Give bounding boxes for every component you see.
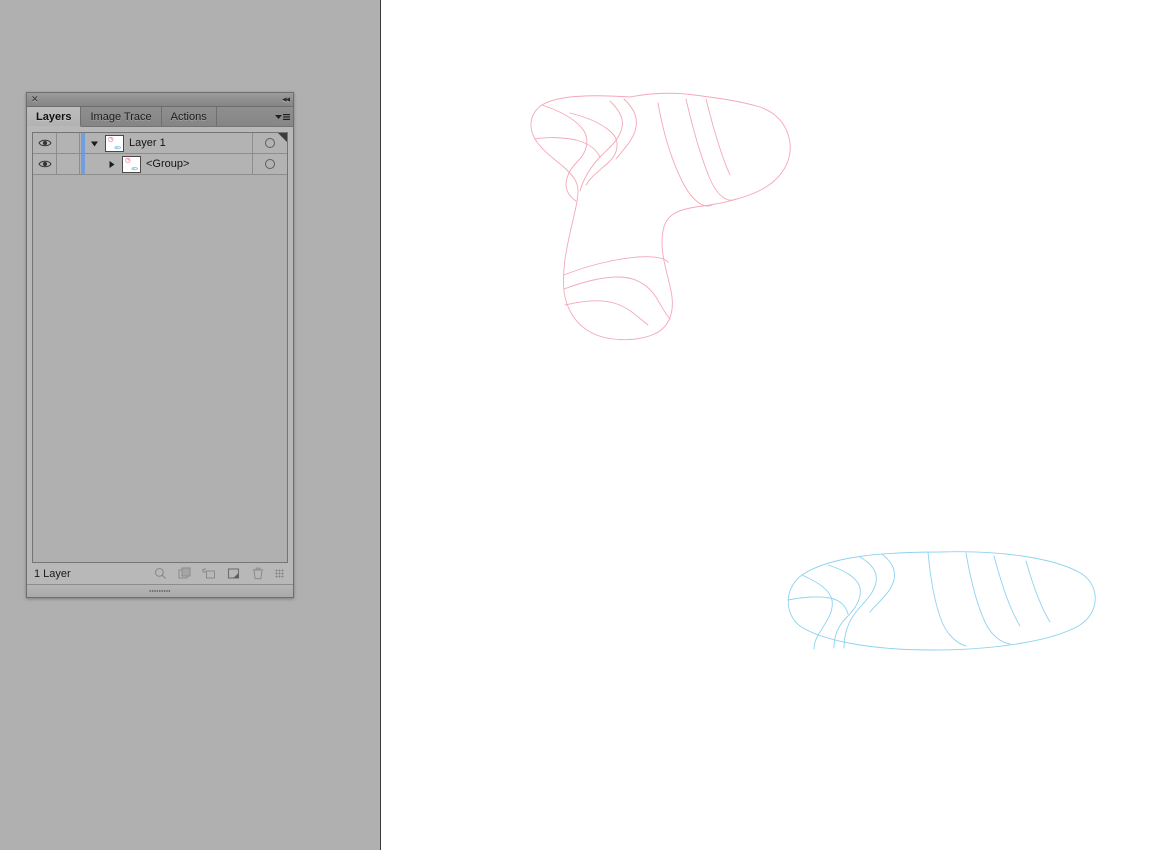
clipping-mask-icon[interactable] — [178, 567, 191, 580]
tab-image-trace[interactable]: Image Trace — [81, 107, 162, 126]
collapse-to-icons-icon[interactable]: ◂◂ — [282, 95, 290, 104]
group-main-cell[interactable]: <Group> — [86, 154, 252, 174]
artboard-canvas[interactable] — [382, 0, 1164, 850]
tab-layers[interactable]: Layers — [27, 107, 82, 127]
chevron-down-icon — [91, 141, 98, 146]
eye-icon — [37, 139, 52, 147]
table-row[interactable]: Layer 1 — [33, 133, 287, 154]
resize-dots-icon — [149, 589, 171, 593]
new-sublayer-icon[interactable] — [202, 567, 216, 580]
layer-list[interactable]: Layer 1 <Group> — [32, 132, 288, 563]
tab-actions-label: Actions — [170, 110, 207, 123]
illustrator-workspace: ✕ ◂◂ Layers Image Trace Actions Layer 1 … — [0, 0, 1164, 850]
tab-actions[interactable]: Actions — [161, 107, 217, 126]
group-thumbnail — [122, 155, 141, 173]
group-target-indicator[interactable] — [252, 154, 287, 174]
tab-layers-label: Layers — [36, 110, 72, 123]
target-circle-icon — [265, 159, 275, 169]
layer-disclosure-triangle[interactable] — [89, 139, 100, 148]
panel-footer: 1 Layer — [32, 563, 288, 584]
layer-thumbnail-art — [108, 136, 121, 149]
layer-main-cell[interactable]: Layer 1 — [86, 133, 252, 153]
group-visibility-toggle[interactable] — [33, 154, 57, 174]
group-thumbnail-art — [125, 157, 138, 170]
layer-thumbnail — [105, 134, 124, 152]
target-circle-icon — [265, 138, 275, 148]
tab-image-trace-label: Image Trace — [90, 110, 152, 123]
delete-layer-icon[interactable] — [252, 567, 264, 580]
panel-menu-glyph — [275, 113, 290, 120]
footer-icon-group — [154, 567, 288, 580]
clipping-mask-glyph — [178, 567, 191, 579]
layer-name-label[interactable]: Layer 1 — [129, 137, 166, 149]
layer-target-indicator[interactable] — [252, 133, 287, 153]
close-icon[interactable]: ✕ — [31, 95, 39, 104]
tab-strip-filler — [216, 107, 271, 126]
panel-menu-icon[interactable] — [271, 107, 293, 126]
sock-outline-artwork[interactable] — [522, 85, 812, 355]
layer-count-label: 1 Layer — [34, 567, 71, 580]
magnifier-glyph — [154, 567, 167, 580]
layer-visibility-toggle[interactable] — [33, 133, 57, 153]
layer-lock-toggle[interactable] — [57, 133, 80, 153]
new-layer-glyph — [227, 568, 240, 579]
eye-icon — [37, 160, 52, 168]
group-disclosure-triangle[interactable] — [106, 160, 117, 169]
panel-resize-handle[interactable] — [27, 584, 293, 597]
trash-glyph — [252, 567, 264, 580]
chevron-right-icon — [109, 160, 115, 168]
panel-tab-strip[interactable]: Layers Image Trace Actions — [27, 107, 293, 127]
table-row[interactable]: <Group> — [33, 154, 287, 175]
new-layer-icon[interactable] — [227, 567, 241, 580]
resize-grip-icon[interactable] — [275, 569, 284, 578]
layers-panel[interactable]: ✕ ◂◂ Layers Image Trace Actions Layer 1 … — [26, 92, 294, 598]
new-sublayer-glyph — [202, 568, 215, 579]
group-name-label[interactable]: <Group> — [146, 158, 189, 170]
locate-object-icon[interactable] — [154, 567, 167, 580]
group-lock-toggle[interactable] — [57, 154, 80, 174]
flattened-ellipse-artwork[interactable] — [780, 540, 1110, 660]
panel-title-bar[interactable]: ✕ ◂◂ — [27, 93, 293, 107]
